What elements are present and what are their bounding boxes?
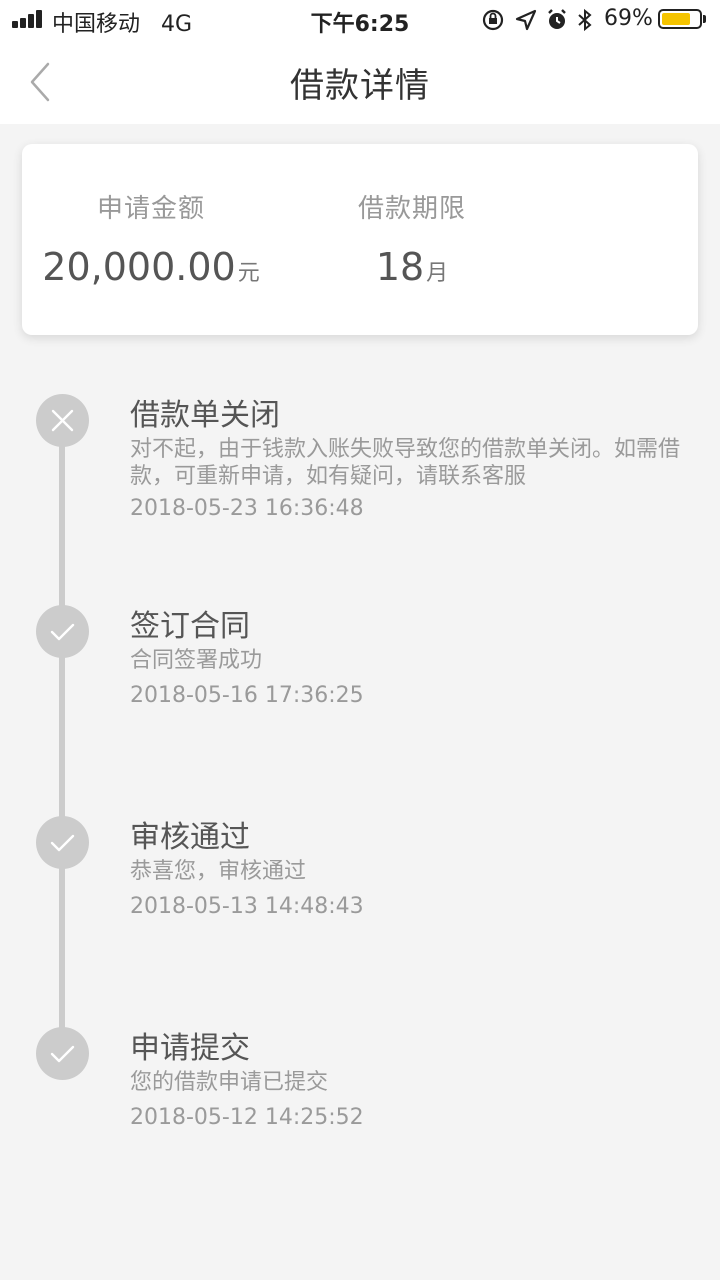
amount-section: 申请金额 20,000.00元: [0, 144, 320, 289]
term-label: 借款期限: [357, 194, 466, 224]
term-section: 借款期限 18月: [292, 144, 532, 289]
timeline-item-time: 2018-05-23 16:36:48: [130, 496, 364, 521]
timeline-item-time: 2018-05-13 14:48:43: [130, 894, 364, 919]
battery-tip: [703, 15, 706, 23]
timeline-node-circle: [36, 394, 89, 447]
battery-level: [662, 13, 690, 25]
amount-value-row: 20,000.00元: [0, 245, 320, 289]
alarm-icon: [548, 9, 566, 29]
amount-unit: 元: [237, 261, 260, 286]
loan-summary-card: 申请金额 20,000.00元 借款期限 18月: [22, 144, 698, 335]
timeline-item-desc: 恭喜您，审核通过: [130, 859, 307, 884]
orientation-lock-icon: [482, 9, 504, 31]
term-value-row: 18月: [292, 245, 532, 289]
status-bar: 中国移动 4G 下午6:25 69%: [0, 0, 720, 40]
term-value: 18: [375, 245, 425, 289]
timeline-item-title: 审核通过: [130, 820, 250, 855]
check-icon: [50, 623, 75, 641]
check-icon: [50, 1045, 75, 1063]
nav-bar: 借款详情: [0, 40, 720, 124]
timeline-item-desc: 您的借款申请已提交: [130, 1070, 329, 1095]
battery-percent: 69%: [604, 6, 653, 31]
page-title: 借款详情: [290, 66, 430, 106]
timeline-line: [59, 420, 65, 1040]
term-unit: 月: [426, 261, 449, 286]
timeline-node-circle: [36, 816, 89, 869]
timeline-item-desc: 合同签署成功: [130, 648, 263, 673]
timeline-node-circle: [36, 1027, 89, 1080]
timeline-item-time: 2018-05-16 17:36:25: [130, 683, 364, 708]
check-icon: [50, 834, 75, 852]
timeline-node-circle: [36, 605, 89, 658]
timeline-item-time: 2018-05-12 14:25:52: [130, 1105, 364, 1130]
timeline-item-title: 签订合同: [130, 609, 250, 644]
battery-icon: [658, 9, 702, 29]
timeline-item-title: 借款单关闭: [130, 398, 280, 433]
close-icon: [51, 409, 74, 432]
amount-value: 20,000.00: [42, 245, 236, 289]
amount-label: 申请金额: [96, 194, 205, 224]
timeline-item-title: 申请提交: [130, 1031, 250, 1066]
location-arrow-icon: [515, 9, 537, 31]
loan-status-timeline: 借款单关闭 对不起，由于钱款入账失败导致您的借款单关闭。如需借款，可重新申请，如…: [0, 340, 720, 1140]
timeline-item-desc: 对不起，由于钱款入账失败导致您的借款单关闭。如需借款，可重新申请，如有疑问，请联…: [130, 437, 681, 489]
bluetooth-icon: [578, 8, 592, 32]
